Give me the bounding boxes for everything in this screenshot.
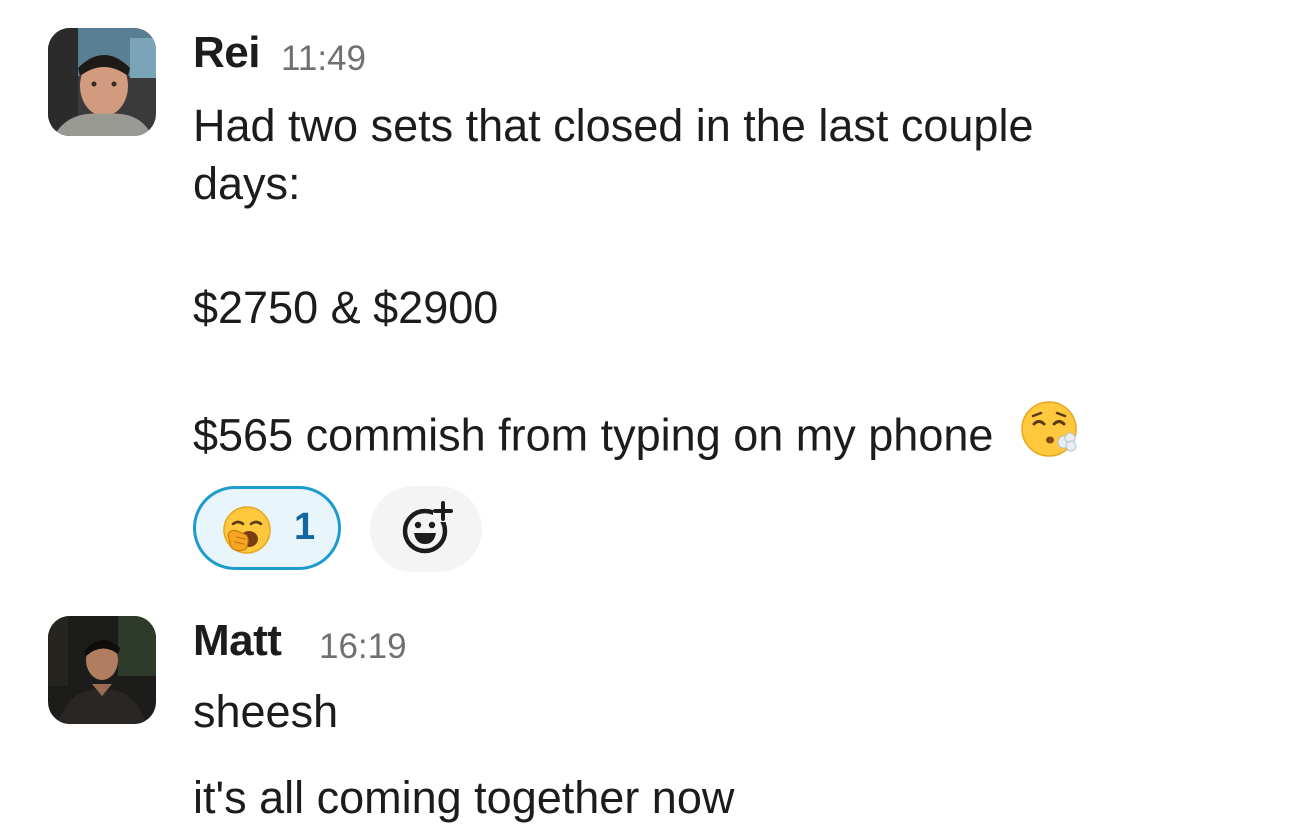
face-exhaling-icon (1020, 400, 1078, 469)
rei-avatar[interactable] (48, 28, 156, 136)
message-text-line: Had two sets that closed in the last cou… (193, 100, 1034, 151)
add-reaction-icon (402, 501, 453, 554)
yawning-face-icon (222, 505, 272, 560)
message-text-line: it's all coming together now (193, 772, 735, 823)
message-text-line-with-emoji: $565 commish from typing on my phone (193, 401, 1078, 473)
message-text-line: $2750 & $2900 (193, 282, 499, 333)
reaction-pill[interactable]: 1 (193, 486, 341, 570)
sender-name[interactable]: Rei (193, 28, 260, 78)
reaction-count: 1 (294, 506, 316, 548)
message-text-line: days: (193, 158, 301, 209)
add-reaction-button[interactable] (370, 486, 482, 572)
message-text: $565 commish from typing on my phone (193, 409, 994, 461)
message-timestamp[interactable]: 11:49 (281, 39, 366, 79)
message-timestamp[interactable]: 16:19 (319, 627, 407, 667)
message-text-line: sheesh (193, 686, 339, 737)
matt-avatar[interactable] (48, 616, 156, 724)
sender-name[interactable]: Matt (193, 616, 282, 666)
